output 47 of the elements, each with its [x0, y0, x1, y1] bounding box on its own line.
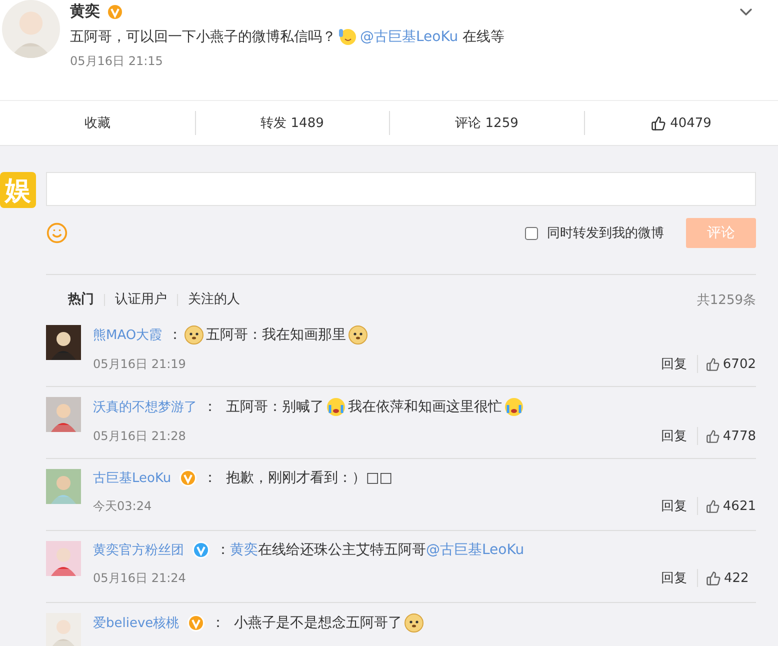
comment-text: 在线等: [462, 28, 505, 46]
filter-tab[interactable]: 热门: [58, 294, 104, 306]
comment-time: 05月16日 21:28: [93, 428, 186, 444]
comment-text: 我在依萍和知画这里很忙: [348, 398, 502, 416]
comment-text: ： 五阿哥：别喊了: [203, 398, 324, 416]
action-button[interactable]: 评论 1259: [389, 111, 584, 135]
filter-tab[interactable]: 关注的人: [177, 294, 250, 306]
emoji-icon: [326, 397, 346, 417]
reply-link[interactable]: 回复: [661, 569, 698, 587]
emoji-icon: [184, 325, 204, 345]
like-button[interactable]: 6702: [698, 356, 756, 372]
author-name[interactable]: 黄奕: [70, 2, 100, 21]
reply-link[interactable]: 回复: [661, 427, 698, 445]
emoji-icon: [338, 27, 358, 47]
thumbs-up-icon: [706, 428, 720, 444]
comment-text: ： 小燕子是不是想念五阿哥了: [211, 614, 402, 632]
thumbs-up-icon: [706, 498, 720, 514]
comment-text: 在线给还珠公主艾特五阿哥: [258, 541, 426, 559]
share-checkbox-label[interactable]: 同时转发到我的微博: [521, 224, 664, 242]
emoji-icon: [504, 397, 524, 417]
post-time: 05月16日 21:15: [70, 53, 164, 70]
emoji-icon: [404, 613, 424, 633]
thumbs-up-icon: [706, 570, 721, 586]
comment-text: 五阿哥：我在知画那里: [206, 326, 346, 344]
like-button[interactable]: 40479: [584, 111, 778, 135]
comment-time: 05月16日 21:19: [93, 356, 186, 372]
app-logo: 娱: [0, 172, 36, 208]
emoji-icon: [348, 325, 368, 345]
comment-count: 共1259条: [696, 292, 756, 309]
thumbs-up-icon: [706, 356, 720, 372]
thumbs-up-icon: [651, 116, 666, 130]
like-button[interactable]: 4778: [698, 428, 756, 444]
like-button[interactable]: 422: [698, 570, 756, 586]
comment-text: ：: [216, 541, 230, 559]
reply-link[interactable]: 回复: [661, 355, 698, 373]
comment-text: 五阿哥，可以回一下小燕子的微博私信吗？: [70, 28, 336, 46]
action-button[interactable]: 转发 1489: [194, 111, 389, 135]
comment-input[interactable]: [46, 172, 756, 206]
reply-link[interactable]: 回复: [661, 497, 698, 515]
share-checkbox[interactable]: [525, 226, 538, 240]
filter-tab[interactable]: 认证用户: [104, 294, 177, 306]
like-button[interactable]: 4621: [698, 498, 756, 514]
comment-text: ： 抱歉，刚刚才看到：）□□: [203, 469, 392, 487]
comment-text: ：: [168, 326, 182, 344]
action-button[interactable]: 收藏: [0, 111, 194, 135]
comment-time: 05月16日 21:24: [93, 570, 186, 586]
comment-time: 今天03:24: [93, 498, 152, 514]
